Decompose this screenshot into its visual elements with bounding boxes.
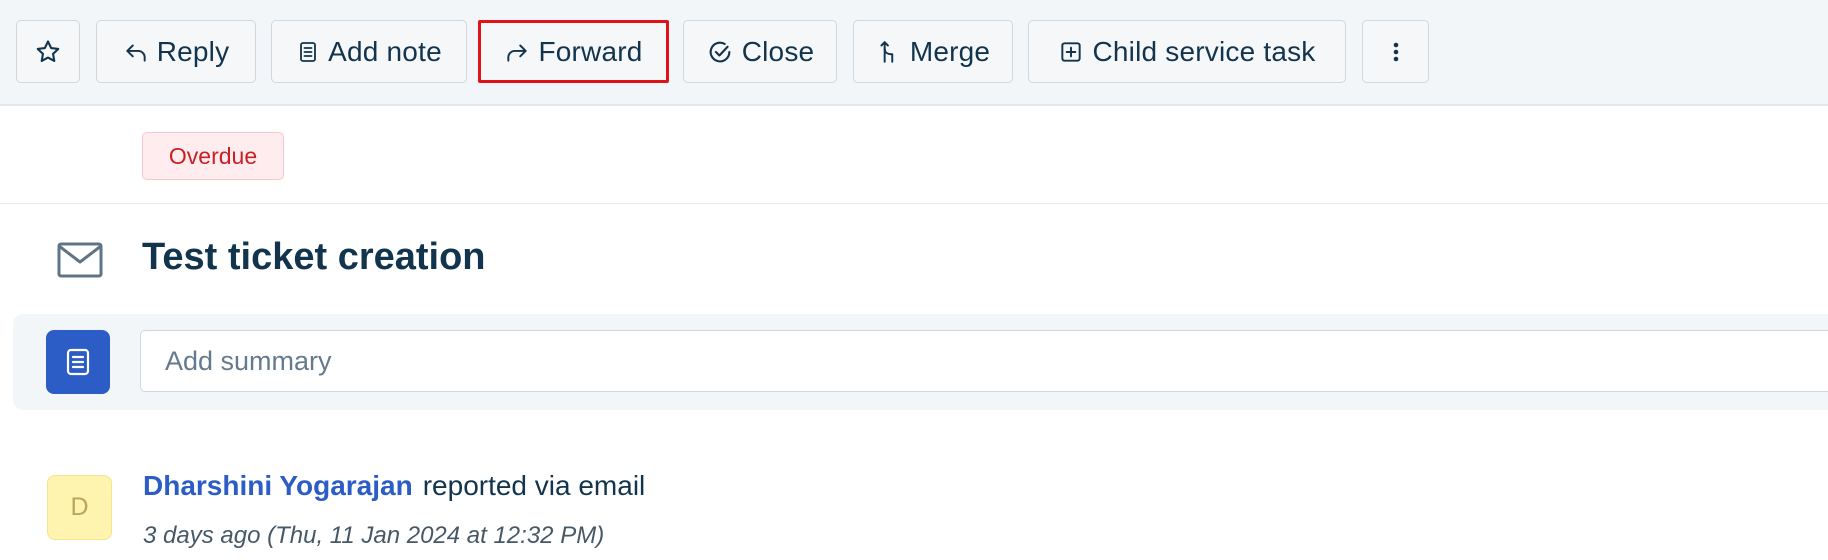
close-button[interactable]: Close (683, 20, 837, 83)
summary-icon-tile (46, 330, 110, 394)
add-note-label: Add note (328, 35, 442, 67)
close-label: Close (741, 35, 815, 67)
reported-timestamp: 3 days ago (Thu, 11 Jan 2024 at 12:32 PM… (143, 522, 605, 549)
forward-button[interactable]: Forward (478, 20, 669, 83)
summary-input[interactable] (140, 330, 1828, 392)
overdue-badge: Overdue (142, 132, 284, 180)
reply-icon (126, 44, 146, 62)
reported-via-text: reported via email (422, 470, 646, 501)
reply-label: Reply (156, 35, 230, 67)
mail-icon (57, 242, 103, 278)
plus-square-icon (1061, 41, 1082, 62)
ticket-title: Test ticket creation (142, 236, 486, 278)
more-vertical-icon (1393, 42, 1398, 61)
star-button[interactable] (16, 20, 80, 83)
reporter-name-link[interactable]: Dharshini Yogarajan (143, 470, 413, 501)
note-icon (300, 41, 317, 62)
check-circle-icon (709, 41, 731, 62)
status-row: Overdue (0, 108, 1828, 204)
star-icon (36, 39, 60, 62)
reporter-line: Dharshini Yogarajan reported via email (143, 470, 645, 502)
reply-button[interactable]: Reply (96, 20, 256, 83)
forward-label: Forward (538, 35, 643, 67)
add-note-button[interactable]: Add note (271, 20, 467, 83)
avatar: D (47, 475, 112, 540)
more-actions-button[interactable] (1362, 20, 1429, 83)
merge-label: Merge (909, 35, 991, 67)
child-service-task-label: Child service task (1092, 35, 1316, 67)
merge-button[interactable]: Merge (853, 20, 1013, 83)
forward-icon (507, 44, 528, 62)
summary-document-icon (66, 348, 90, 376)
summary-panel (13, 314, 1828, 410)
merge-icon (880, 40, 894, 63)
child-service-task-button[interactable]: Child service task (1028, 20, 1346, 83)
ticket-toolbar: Reply Add note Forward Close Merge Child… (0, 0, 1828, 106)
